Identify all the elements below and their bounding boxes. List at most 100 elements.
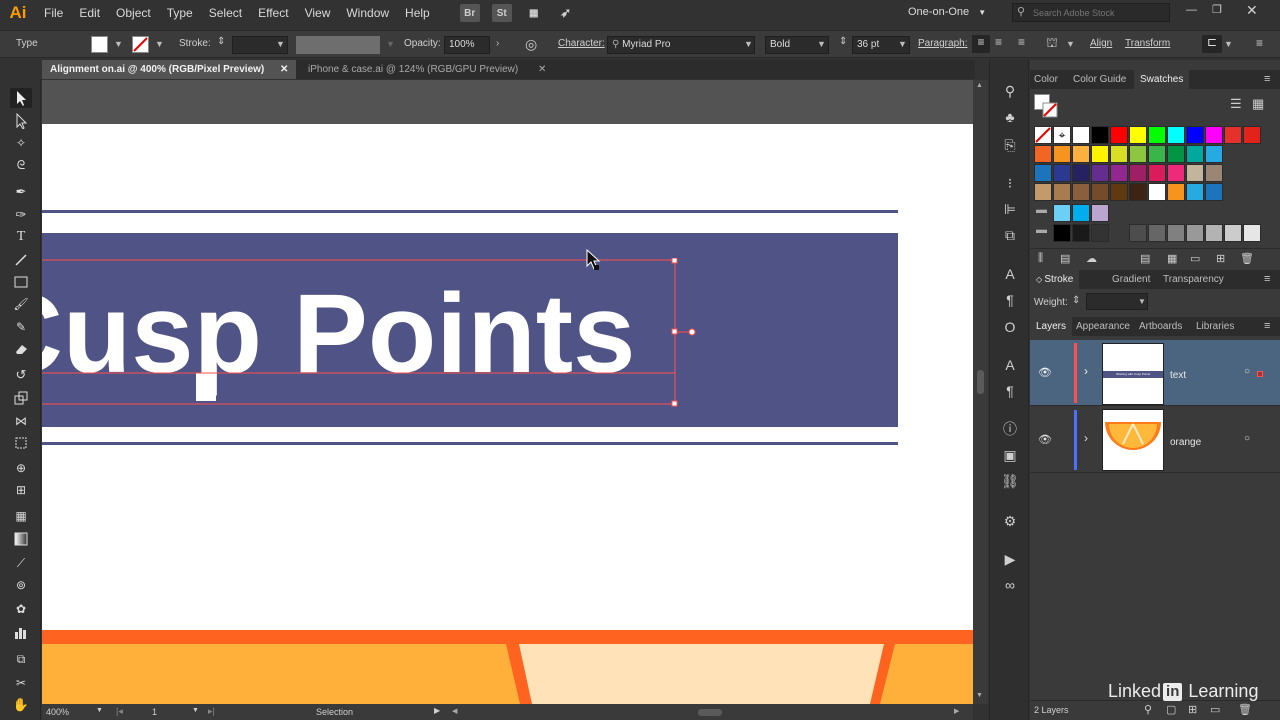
canvas-area[interactable]: Cusp Points bbox=[42, 80, 973, 704]
shaper-tool-icon[interactable]: ✎ bbox=[10, 317, 32, 337]
swatch-registration[interactable]: ⌖ bbox=[1053, 126, 1071, 144]
chevron-down-icon[interactable]: ▼ bbox=[155, 39, 164, 49]
stroke-weight-stepper[interactable]: ⇕ bbox=[217, 36, 225, 47]
links-icon[interactable]: ⛓ bbox=[1000, 472, 1020, 490]
stock-search-field[interactable]: ⚲ bbox=[1012, 3, 1170, 22]
workspace-switcher[interactable]: One-on-One ▼ bbox=[908, 6, 986, 18]
swatch[interactable] bbox=[1205, 164, 1223, 182]
menu-select[interactable]: Select bbox=[201, 0, 250, 26]
locate-object-icon[interactable]: ⚲ bbox=[1144, 703, 1152, 716]
chevron-down-icon[interactable]: ▼ bbox=[1066, 39, 1075, 49]
direct-selection-tool-icon[interactable] bbox=[10, 111, 32, 131]
chevron-down-icon[interactable]: ▼ bbox=[1224, 39, 1233, 49]
tab-transparency[interactable]: Transparency bbox=[1163, 270, 1224, 289]
scrollbar-thumb[interactable] bbox=[698, 709, 722, 716]
stock-button[interactable]: St bbox=[491, 4, 512, 22]
align-left-icon[interactable]: ≡ bbox=[972, 35, 990, 53]
artboard-tool-icon[interactable]: ⧉ bbox=[10, 649, 32, 669]
target-circle-icon[interactable]: ○ bbox=[1244, 433, 1250, 444]
chevron-down-icon[interactable]: ▼ bbox=[898, 39, 907, 49]
selected-art-indicator[interactable] bbox=[1257, 371, 1263, 377]
cloud-icon[interactable]: ☁ bbox=[1086, 252, 1097, 265]
swatch[interactable] bbox=[1167, 164, 1185, 182]
tab-swatches[interactable]: Swatches bbox=[1134, 70, 1190, 89]
swatch[interactable] bbox=[1091, 164, 1109, 182]
chevron-down-icon[interactable]: ▼ bbox=[96, 707, 103, 714]
swatch[interactable] bbox=[1129, 183, 1147, 201]
menu-file[interactable]: File bbox=[36, 0, 71, 26]
artboard[interactable]: Cusp Points bbox=[42, 124, 973, 704]
graphic-styles-icon[interactable]: ⁝ bbox=[1000, 174, 1020, 192]
layer-name[interactable]: text bbox=[1170, 370, 1186, 381]
swatch[interactable] bbox=[1034, 145, 1052, 163]
align-panel-icon[interactable]: ⊫ bbox=[1000, 200, 1020, 218]
fill-swatch[interactable] bbox=[91, 36, 108, 53]
chevron-right-icon[interactable]: › bbox=[1084, 364, 1088, 378]
tab-artboards[interactable]: Artboards bbox=[1139, 317, 1182, 336]
color-group-icon[interactable]: ▦ bbox=[1167, 252, 1177, 265]
swatch[interactable] bbox=[1129, 145, 1147, 163]
align-right-icon[interactable]: ≡ bbox=[1018, 35, 1025, 49]
swatch[interactable] bbox=[1243, 224, 1261, 242]
recolor-artwork-icon[interactable]: ◎ bbox=[525, 36, 537, 53]
rotate-tool-icon[interactable]: ↺ bbox=[10, 365, 32, 385]
make-clipping-mask-icon[interactable]: ▢ bbox=[1166, 703, 1176, 716]
gpu-performance-icon[interactable]: ➶ bbox=[556, 4, 576, 22]
tab-gradient[interactable]: Gradient bbox=[1112, 270, 1150, 289]
swatch-options-icon[interactable]: ▤ bbox=[1140, 252, 1150, 265]
scroll-up-icon[interactable]: ▲ bbox=[976, 82, 983, 89]
chevron-right-icon[interactable]: › bbox=[496, 38, 499, 49]
chevron-down-icon[interactable]: ▼ bbox=[744, 39, 753, 49]
width-tool-icon[interactable]: ⋈ bbox=[10, 411, 32, 431]
swatch[interactable] bbox=[1091, 145, 1109, 163]
chevron-down-icon[interactable]: ▼ bbox=[817, 39, 826, 49]
mesh-tool-icon[interactable]: ▦ bbox=[10, 506, 32, 526]
new-sublayer-icon[interactable]: ⊞ bbox=[1188, 703, 1197, 716]
target-circle-icon[interactable]: ○ bbox=[1244, 366, 1250, 377]
swatch[interactable] bbox=[1148, 126, 1166, 144]
type-tool-icon[interactable]: T bbox=[10, 227, 32, 247]
rectangle-tool-icon[interactable] bbox=[10, 272, 32, 292]
chevron-down-icon[interactable]: ▼ bbox=[114, 39, 123, 49]
horizontal-scrollbar[interactable]: ◀ ▶ bbox=[452, 707, 962, 717]
weight-stepper[interactable]: ⇕ bbox=[1072, 295, 1080, 306]
pen-tool-icon[interactable]: ✒ bbox=[10, 182, 32, 202]
swatch[interactable] bbox=[1224, 224, 1242, 242]
scroll-down-icon[interactable]: ▼ bbox=[976, 692, 983, 699]
tab-color[interactable]: Color bbox=[1034, 70, 1058, 89]
swatch[interactable] bbox=[1034, 183, 1052, 201]
new-folder-icon[interactable]: ▭ bbox=[1190, 252, 1200, 265]
swatch[interactable] bbox=[1072, 126, 1090, 144]
paragraph-icon[interactable]: ¶ bbox=[1000, 291, 1020, 309]
swatch[interactable] bbox=[1243, 126, 1261, 144]
chevron-down-icon[interactable]: ▼ bbox=[192, 707, 199, 714]
swatch[interactable] bbox=[1148, 145, 1166, 163]
scrollbar-thumb[interactable] bbox=[977, 370, 984, 394]
selection-bounding-box[interactable] bbox=[42, 258, 702, 414]
panel-menu-icon[interactable]: ≡ bbox=[1264, 73, 1270, 85]
orange-artwork[interactable] bbox=[42, 630, 973, 704]
minimize-button[interactable]: — bbox=[1186, 4, 1197, 16]
color-settings-icon[interactable]: ⚙ bbox=[1000, 512, 1020, 530]
font-family-field[interactable]: ⚲ Myriad Pro bbox=[607, 36, 755, 54]
layer-row-orange[interactable]: 👁 › orange ○ bbox=[1030, 407, 1280, 473]
tab-appearance[interactable]: Appearance bbox=[1076, 317, 1130, 336]
swatch[interactable] bbox=[1053, 204, 1071, 222]
font-size-stepper[interactable]: ⇕ bbox=[839, 36, 847, 47]
blend-tool-icon[interactable]: ⊚ bbox=[10, 575, 32, 595]
delete-layer-icon[interactable]: 🗑 bbox=[1238, 703, 1252, 716]
menu-edit[interactable]: Edit bbox=[71, 0, 108, 26]
menu-type[interactable]: Type bbox=[159, 0, 201, 26]
swatch[interactable] bbox=[1110, 145, 1128, 163]
chevron-down-icon[interactable]: ▼ bbox=[386, 39, 395, 49]
selection-tool-icon[interactable] bbox=[10, 88, 32, 108]
symbols-icon[interactable]: ♣ bbox=[1000, 108, 1020, 126]
chevron-down-icon[interactable]: ▼ bbox=[1138, 297, 1146, 306]
panel-menu-icon[interactable]: ≡ bbox=[1256, 36, 1263, 50]
swatch[interactable] bbox=[1186, 145, 1204, 163]
new-layer-icon[interactable]: ▭ bbox=[1210, 703, 1220, 716]
close-button[interactable]: ✕ bbox=[1246, 2, 1258, 19]
new-swatch-icon[interactable]: ⊞ bbox=[1216, 252, 1225, 265]
menu-object[interactable]: Object bbox=[108, 0, 159, 26]
opentype-icon[interactable]: O bbox=[1000, 318, 1020, 336]
